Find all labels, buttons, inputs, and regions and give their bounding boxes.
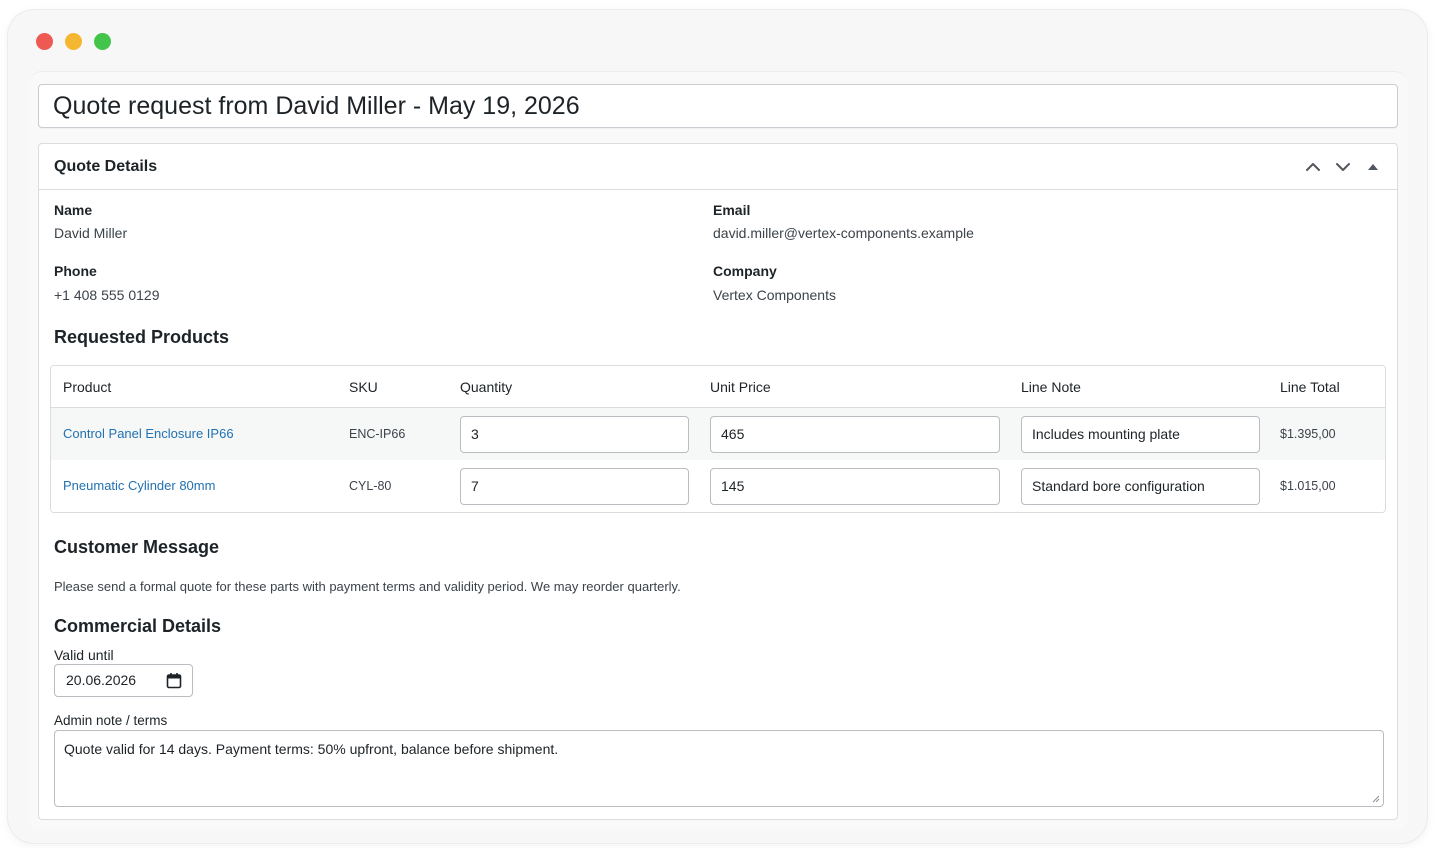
line-total-cell: $1.395,00: [1280, 427, 1336, 441]
table-header: Product SKU Quantity Unit Price Line Not…: [51, 366, 1385, 408]
move-up-button[interactable]: [1304, 158, 1322, 176]
calendar-icon[interactable]: [166, 672, 182, 689]
company-value: Vertex Components: [713, 287, 836, 303]
phone-value: +1 408 555 0129: [54, 287, 160, 303]
app-window: Quote request from David Miller - May 19…: [8, 10, 1427, 843]
column-header-unit-price: Unit Price: [710, 379, 771, 395]
customer-message-text: Please send a formal quote for these par…: [54, 579, 681, 594]
postbox-handle-actions: [1304, 158, 1382, 176]
admin-note-label: Admin note / terms: [54, 713, 168, 728]
customer-message-heading: Customer Message: [54, 537, 220, 557]
admin-note-value: Quote valid for 14 days. Payment terms: …: [64, 741, 559, 757]
quantity-input[interactable]: 3: [460, 416, 689, 453]
move-down-button[interactable]: [1334, 158, 1352, 176]
name-label: Name: [54, 202, 93, 218]
name-value: David Miller: [54, 225, 128, 241]
post-title-input[interactable]: Quote request from David Miller - May 19…: [38, 84, 1398, 128]
toggle-panel-button[interactable]: [1364, 158, 1382, 176]
products-table: Product SKU Quantity Unit Price Line Not…: [50, 365, 1386, 513]
minimize-window-button[interactable]: [65, 33, 82, 50]
email-label: Email: [713, 202, 751, 218]
line-total-cell: $1.015,00: [1280, 479, 1336, 493]
triangle-up-icon: [1368, 163, 1378, 170]
quote-details-postbox: Quote Details Name David Miller Email da…: [38, 143, 1398, 820]
resize-grip-icon[interactable]: [1372, 795, 1380, 803]
unit-price-input[interactable]: 145: [710, 468, 1000, 505]
valid-until-date-input[interactable]: 20.06.2026: [54, 664, 193, 697]
sku-cell: CYL-80: [349, 479, 392, 493]
admin-note-textarea[interactable]: Quote valid for 14 days. Payment terms: …: [54, 730, 1384, 807]
column-header-quantity: Quantity: [460, 379, 513, 395]
product-link[interactable]: Pneumatic Cylinder 80mm: [63, 478, 215, 493]
line-note-input[interactable]: Standard bore configuration: [1021, 468, 1260, 505]
column-header-sku: SKU: [349, 379, 378, 395]
maximize-window-button[interactable]: [94, 33, 111, 50]
column-header-line-total: Line Total: [1280, 379, 1340, 395]
table-row: Control Panel Enclosure IP66 ENC-IP66 3 …: [51, 408, 1385, 460]
phone-label: Phone: [54, 263, 97, 279]
column-header-line-note: Line Note: [1021, 379, 1081, 395]
postbox-title: Quote Details: [54, 157, 158, 175]
product-link[interactable]: Control Panel Enclosure IP66: [63, 426, 234, 441]
unit-price-input[interactable]: 465: [710, 416, 1000, 453]
chevron-up-icon: [1306, 162, 1320, 171]
close-window-button[interactable]: [36, 33, 53, 50]
commercial-details-heading: Commercial Details: [54, 616, 222, 636]
requested-products-heading: Requested Products: [54, 327, 230, 347]
company-label: Company: [713, 263, 777, 279]
column-header-product: Product: [63, 379, 112, 395]
email-value: david.miller@vertex-components.example: [713, 225, 974, 241]
valid-until-label: Valid until: [54, 647, 114, 663]
quantity-input[interactable]: 7: [460, 468, 689, 505]
editor-area: Quote request from David Miller - May 19…: [28, 71, 1408, 831]
window-controls: [36, 33, 111, 50]
table-row: Pneumatic Cylinder 80mm CYL-80 7 145 Sta…: [51, 460, 1385, 512]
valid-until-value: 20.06.2026: [66, 672, 137, 688]
chevron-down-icon: [1336, 162, 1350, 171]
sku-cell: ENC-IP66: [349, 427, 406, 441]
postbox-header: Quote Details: [39, 144, 1397, 190]
line-note-input[interactable]: Includes mounting plate: [1021, 416, 1260, 453]
